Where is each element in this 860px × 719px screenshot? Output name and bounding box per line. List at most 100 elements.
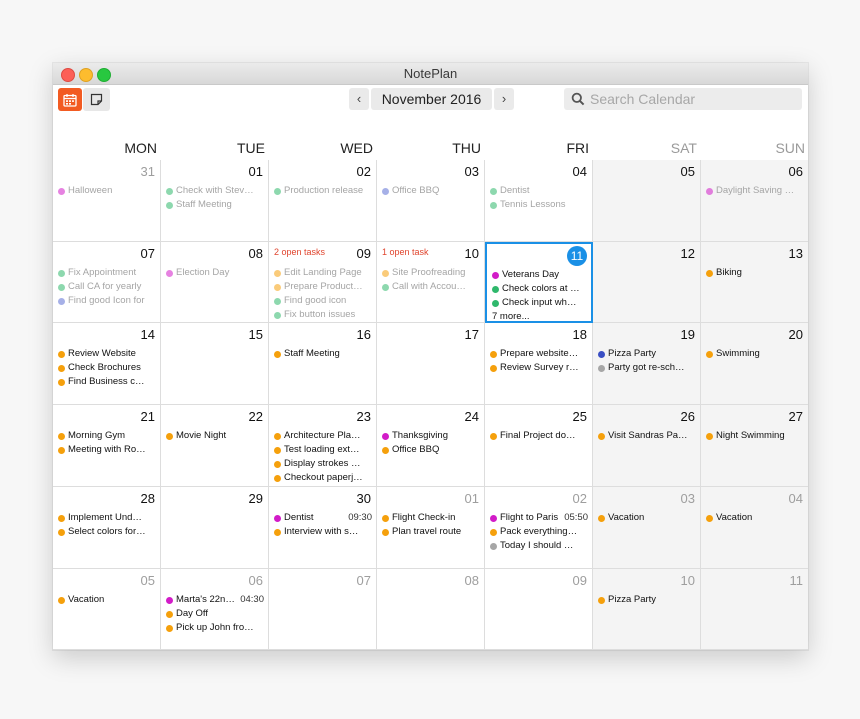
event-item[interactable]: Today I should …: [490, 539, 588, 553]
event-item[interactable]: Implement Und…: [58, 511, 156, 525]
event-item[interactable]: Fix Appointment: [58, 266, 156, 280]
event-item[interactable]: Halloween: [58, 184, 156, 198]
event-item[interactable]: Dentist 09:30: [274, 511, 372, 525]
day-cell[interactable]: 02 Flight to Paris 05:50 Pack everything… To…: [485, 487, 593, 569]
event-item[interactable]: Check with Stev…: [166, 184, 264, 198]
day-cell[interactable]: 26 Visit Sandras Pa…: [593, 405, 701, 487]
event-item[interactable]: Test loading ext…: [274, 443, 372, 457]
current-month-label[interactable]: November 2016: [371, 88, 492, 110]
day-cell[interactable]: 18 Prepare website… Review Survey r…: [485, 323, 593, 405]
day-cell[interactable]: 2 open tasks 09 Edit Landing Page Prepare P…: [269, 242, 377, 323]
event-item[interactable]: Plan travel route: [382, 525, 480, 539]
more-events-link[interactable]: 7 more...: [492, 310, 587, 321]
day-cell[interactable]: 07: [269, 569, 377, 650]
day-cell[interactable]: 07 Fix Appointment Call CA for yearly Find …: [53, 242, 161, 323]
day-cell[interactable]: 24 Thanksgiving Office BBQ: [377, 405, 485, 487]
day-cell[interactable]: 06 Marta's 22n… 04:30 Day Off Pick up John f…: [161, 569, 269, 650]
day-cell[interactable]: 12: [593, 242, 701, 323]
day-cell[interactable]: 06 Daylight Saving …: [701, 160, 808, 242]
event-item[interactable]: Flight Check-in: [382, 511, 480, 525]
event-item[interactable]: Dentist: [490, 184, 588, 198]
event-item[interactable]: Select colors for…: [58, 525, 156, 539]
day-cell[interactable]: 17: [377, 323, 485, 405]
open-tasks-badge[interactable]: 2 open tasks: [274, 247, 325, 257]
day-cell[interactable]: 05 Vacation: [53, 569, 161, 650]
event-item[interactable]: Interview with s…: [274, 525, 372, 539]
event-item[interactable]: Edit Landing Page: [274, 266, 372, 280]
event-item[interactable]: Checkout paperj…: [274, 471, 372, 485]
day-cell[interactable]: 02 Production release: [269, 160, 377, 242]
event-item[interactable]: Prepare website…: [490, 347, 588, 361]
day-cell[interactable]: 13 Biking: [701, 242, 808, 323]
event-item[interactable]: Meeting with Ro…: [58, 443, 156, 457]
event-item[interactable]: Daylight Saving …: [706, 184, 804, 198]
day-cell[interactable]: 25 Final Project do…: [485, 405, 593, 487]
event-item[interactable]: Find Business c…: [58, 375, 156, 389]
event-item[interactable]: Check Brochures: [58, 361, 156, 375]
event-item[interactable]: Biking: [706, 266, 804, 280]
event-item[interactable]: Veterans Day: [492, 268, 587, 282]
event-item[interactable]: Marta's 22n… 04:30: [166, 593, 264, 607]
event-item[interactable]: Staff Meeting: [166, 198, 264, 212]
event-item[interactable]: Vacation: [598, 511, 696, 525]
event-item[interactable]: Find good Icon for: [58, 294, 156, 308]
event-item[interactable]: Party got re-sch…: [598, 361, 696, 375]
event-item[interactable]: Pick up John fro…: [166, 621, 264, 635]
day-cell[interactable]: 08 Election Day: [161, 242, 269, 323]
event-item[interactable]: Check colors at …: [492, 282, 587, 296]
event-item[interactable]: Election Day: [166, 266, 264, 280]
event-item[interactable]: Day Off: [166, 607, 264, 621]
event-item[interactable]: Swimming: [706, 347, 804, 361]
event-item[interactable]: Staff Meeting: [274, 347, 372, 361]
event-item[interactable]: Review Survey r…: [490, 361, 588, 375]
event-item[interactable]: Morning Gym: [58, 429, 156, 443]
event-item[interactable]: Find good icon: [274, 294, 372, 308]
day-cell[interactable]: 08: [377, 569, 485, 650]
event-item[interactable]: Pack everything…: [490, 525, 588, 539]
day-cell[interactable]: 14 Review Website Check Brochures Find Busi…: [53, 323, 161, 405]
event-item[interactable]: Check input wh…: [492, 296, 587, 310]
event-item[interactable]: Fix button issues: [274, 308, 372, 322]
event-item[interactable]: Flight to Paris 05:50: [490, 511, 588, 525]
day-cell[interactable]: 20 Swimming: [701, 323, 808, 405]
event-item[interactable]: Night Swimming: [706, 429, 804, 443]
day-cell[interactable]: 04 Vacation: [701, 487, 808, 569]
event-item[interactable]: Architecture Pla…: [274, 429, 372, 443]
day-cell[interactable]: 29: [161, 487, 269, 569]
day-cell[interactable]: 10 Pizza Party: [593, 569, 701, 650]
day-cell[interactable]: 04 Dentist Tennis Lessons: [485, 160, 593, 242]
event-item[interactable]: Tennis Lessons: [490, 198, 588, 212]
search-box[interactable]: [564, 88, 802, 110]
day-cell[interactable]: 23 Architecture Pla… Test loading ext… Disp…: [269, 405, 377, 487]
event-item[interactable]: Office BBQ: [382, 184, 480, 198]
day-cell[interactable]: 03 Office BBQ: [377, 160, 485, 242]
day-cell[interactable]: 31 Halloween: [53, 160, 161, 242]
day-cell[interactable]: 22 Movie Night: [161, 405, 269, 487]
event-item[interactable]: Site Proofreading: [382, 266, 480, 280]
event-item[interactable]: Call CA for yearly: [58, 280, 156, 294]
day-cell[interactable]: 11 Veterans Day Check colors at … Check inp…: [485, 242, 593, 323]
day-cell[interactable]: 15: [161, 323, 269, 405]
event-item[interactable]: Display strokes …: [274, 457, 372, 471]
event-item[interactable]: Vacation: [58, 593, 156, 607]
event-item[interactable]: Vacation: [706, 511, 804, 525]
day-cell[interactable]: 19 Pizza Party Party got re-sch…: [593, 323, 701, 405]
day-cell[interactable]: 05: [593, 160, 701, 242]
day-cell[interactable]: 01 Flight Check-in Plan travel route: [377, 487, 485, 569]
event-item[interactable]: Review Website: [58, 347, 156, 361]
event-item[interactable]: Pizza Party: [598, 347, 696, 361]
event-item[interactable]: Office BBQ: [382, 443, 480, 457]
day-cell[interactable]: 16 Staff Meeting: [269, 323, 377, 405]
open-tasks-badge[interactable]: 1 open task: [382, 247, 429, 257]
day-cell[interactable]: 21 Morning Gym Meeting with Ro…: [53, 405, 161, 487]
day-cell[interactable]: 11: [701, 569, 808, 650]
day-cell[interactable]: 30 Dentist 09:30 Interview with s…: [269, 487, 377, 569]
day-cell[interactable]: 1 open task 10 Site Proofreading Call with …: [377, 242, 485, 323]
event-item[interactable]: Thanksgiving: [382, 429, 480, 443]
calendar-view-button[interactable]: [58, 88, 82, 111]
event-item[interactable]: Prepare Product…: [274, 280, 372, 294]
day-cell[interactable]: 03 Vacation: [593, 487, 701, 569]
day-cell[interactable]: 09: [485, 569, 593, 650]
day-cell[interactable]: 01 Check with Stev… Staff Meeting: [161, 160, 269, 242]
event-item[interactable]: Movie Night: [166, 429, 264, 443]
